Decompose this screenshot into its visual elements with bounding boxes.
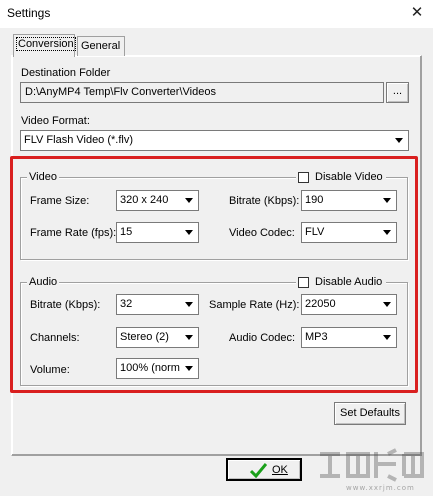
close-icon: ✕ <box>410 4 424 21</box>
video-format-value: FLV Flash Video (*.flv) <box>24 134 134 146</box>
video-format-label: Video Format: <box>21 115 90 127</box>
tab-conversion[interactable]: Conversion <box>13 34 76 57</box>
video-format-select[interactable]: FLV Flash Video (*.flv) <box>20 130 409 151</box>
close-button[interactable]: ✕ <box>408 3 426 23</box>
title-bar <box>0 0 433 28</box>
tab-general[interactable]: General <box>77 36 125 56</box>
highlight-box <box>10 156 418 393</box>
ok-label: OK <box>272 464 288 476</box>
set-defaults-button[interactable]: Set Defaults <box>334 402 406 425</box>
svg-text:www.xxrjm.com: www.xxrjm.com <box>346 484 415 492</box>
browse-button[interactable]: ... <box>386 82 409 103</box>
watermark-logo: www.xxrjm.com <box>316 446 426 495</box>
window-title: Settings <box>7 6 51 20</box>
checkmark-icon <box>249 462 268 486</box>
chevron-down-icon <box>391 131 408 150</box>
destination-folder-label: Destination Folder <box>21 67 111 79</box>
destination-folder-field[interactable]: D:\AnyMP4 Temp\Flv Converter\Videos <box>20 82 384 103</box>
ok-button[interactable]: OK <box>226 458 302 481</box>
